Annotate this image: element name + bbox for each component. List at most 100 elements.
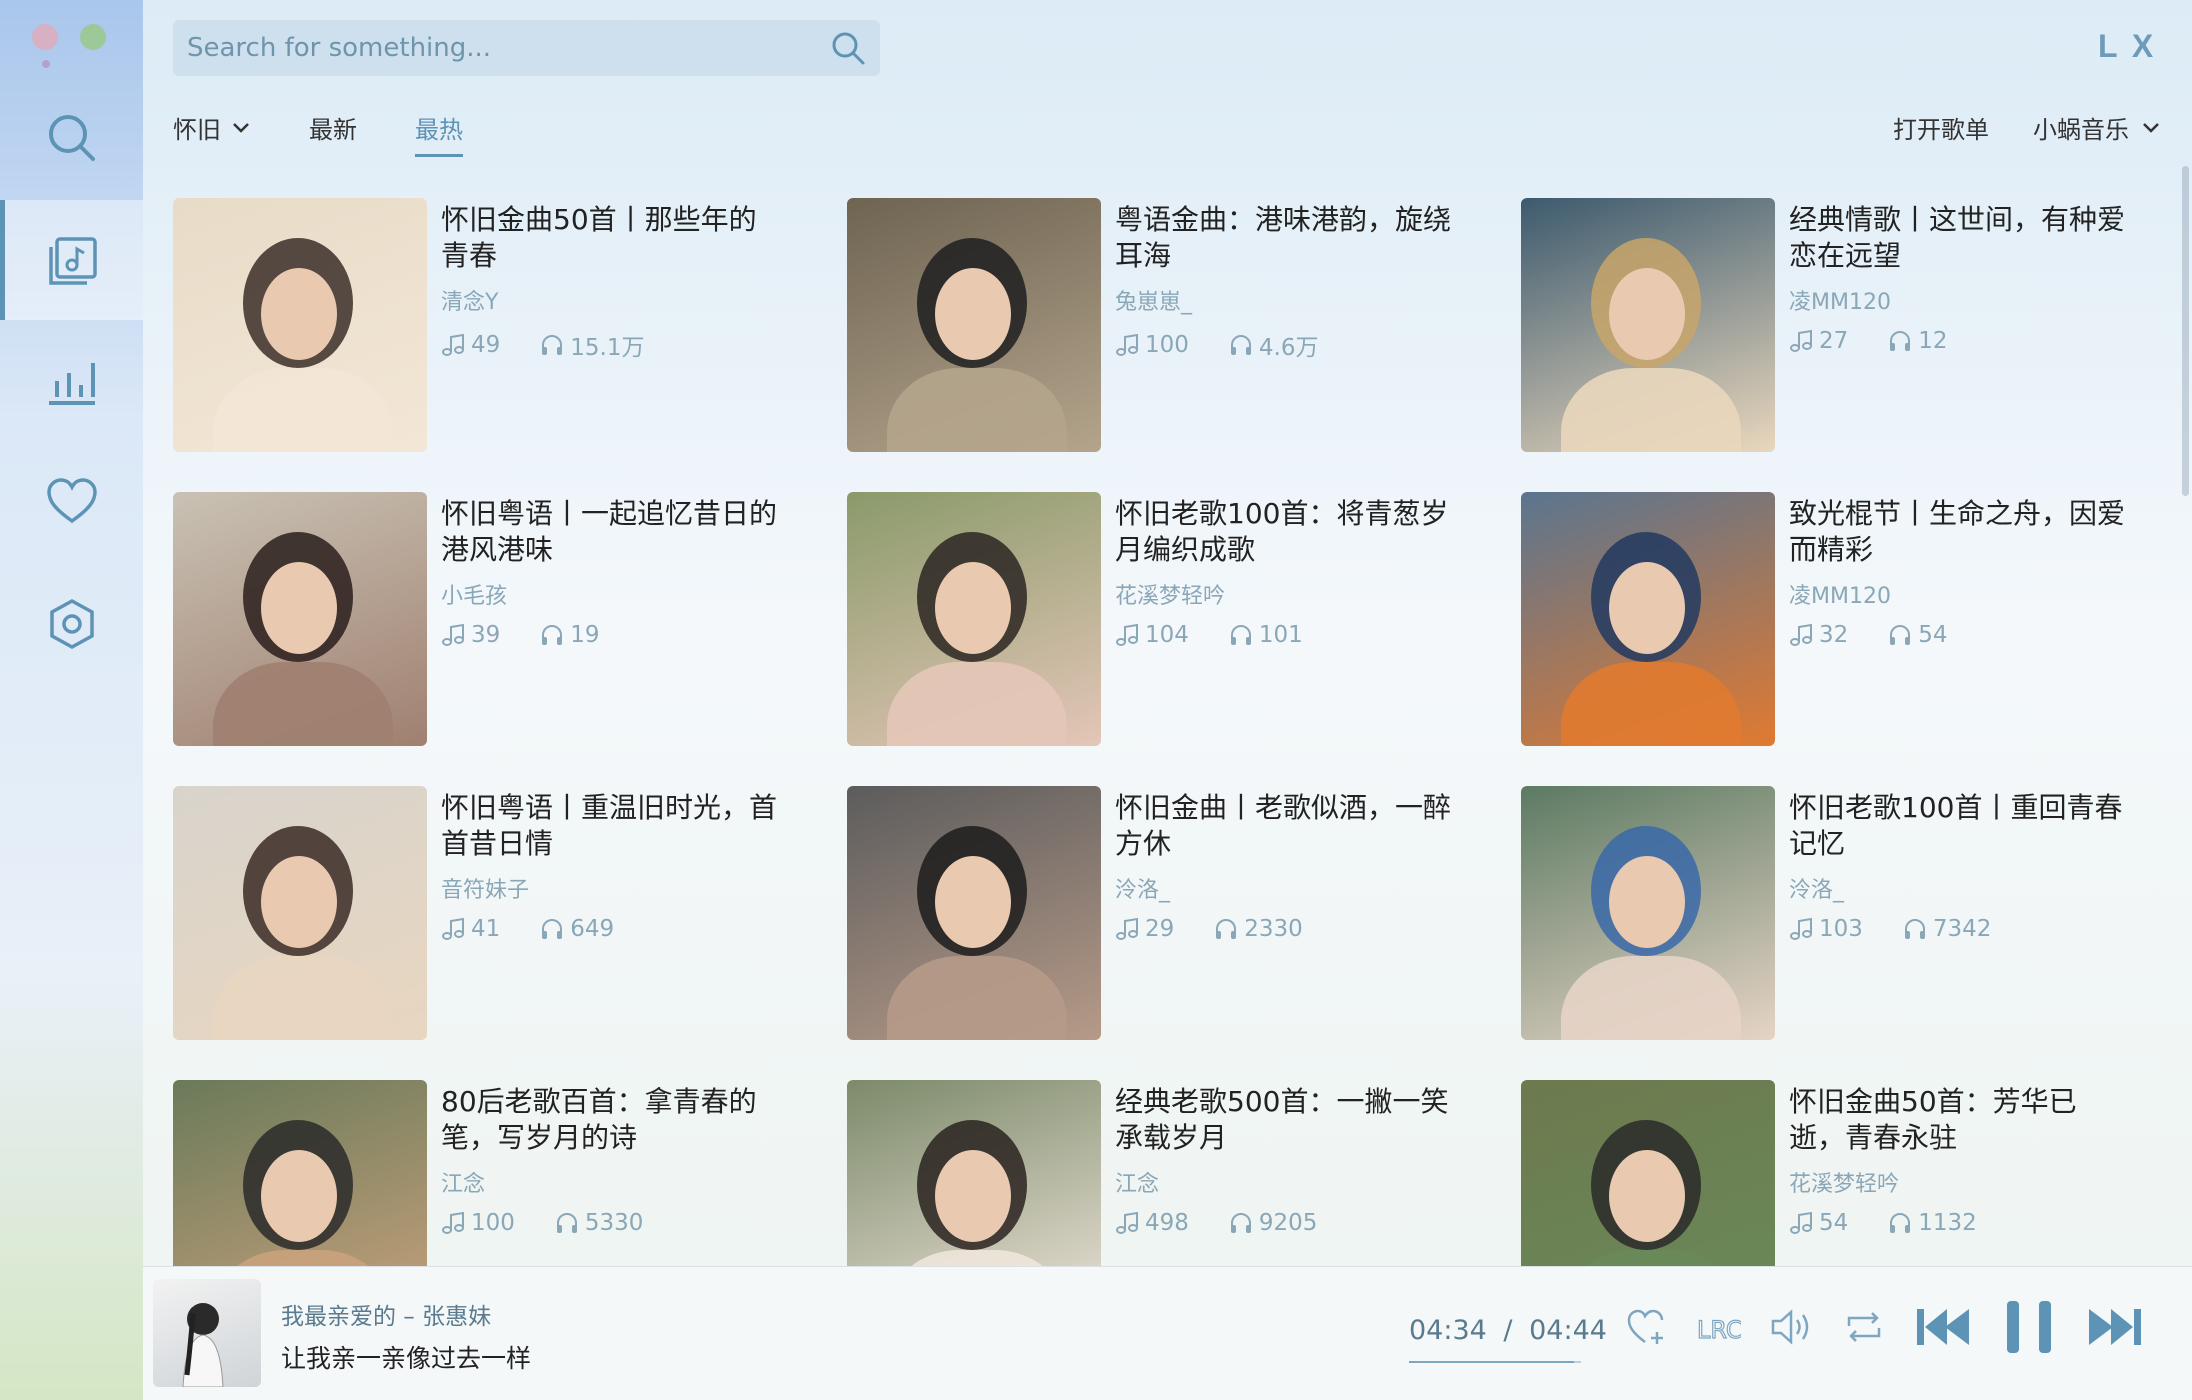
play-count-value: 4.6万 [1258, 335, 1319, 361]
playlist-cover[interactable] [847, 1080, 1101, 1266]
playlist-card[interactable]: 致光棍节丨生命之舟，因爱而精彩 凌MM120 32 54 [1521, 492, 2143, 746]
playlist-title[interactable]: 怀旧粤语丨重温旧时光，首首昔日情 [441, 790, 781, 862]
playlist-card[interactable]: 怀旧金曲丨老歌似酒，一醉方休 泠洛_ 29 2330 [847, 786, 1487, 1040]
play-count-value: 7342 [1932, 916, 1992, 942]
song-count: 54 [1789, 1210, 1848, 1236]
playlist-grid: 怀旧金曲50首丨那些年的青春 清念Y 49 15.1万 粤语金曲：港味港韵，旋绕… [173, 198, 2143, 1266]
nav-favorites[interactable] [0, 442, 143, 562]
play-count: 649 [540, 916, 614, 942]
playlist-cover[interactable] [847, 492, 1101, 746]
playlist-card[interactable]: 怀旧金曲50首：芳华已逝，青春永驻 花溪梦轻吟 54 1132 [1521, 1080, 2143, 1266]
playlist-author[interactable]: 江念 [1115, 1166, 1159, 1198]
playlist-author[interactable]: 泠洛_ [1789, 872, 1844, 904]
maximize-dot[interactable] [80, 24, 106, 50]
next-icon[interactable] [2085, 1303, 2145, 1351]
tab-hottest[interactable]: 最热 [415, 110, 463, 157]
playlist-card[interactable]: 怀旧老歌100首：将青葱岁月编织成歌 花溪梦轻吟 104 101 [847, 492, 1487, 746]
scrollbar[interactable] [2182, 166, 2189, 496]
playlist-title[interactable]: 怀旧金曲50首：芳华已逝，青春永驻 [1789, 1084, 2129, 1156]
player-controls: LRC [1625, 1297, 2145, 1357]
playlist-author[interactable]: 泠洛_ [1115, 872, 1170, 904]
prev-icon[interactable] [1913, 1303, 1973, 1351]
source-select[interactable]: 小蜗音乐 [2033, 110, 2161, 145]
playlist-title[interactable]: 80后老歌百首：拿青春的笔，写岁月的诗 [441, 1084, 781, 1156]
close-dot[interactable] [32, 24, 58, 50]
playlist-cover[interactable] [1521, 492, 1775, 746]
minimize-dot[interactable] [42, 60, 50, 68]
playlist-cover[interactable] [173, 198, 427, 452]
music-note-icon [1790, 329, 1812, 352]
search-icon[interactable] [830, 30, 866, 66]
playlist-stats: 27 12 [1789, 328, 1948, 354]
now-playing-song: 我最亲爱的 – 张惠妹 [281, 1304, 492, 1330]
playlist-cover[interactable] [1521, 1080, 1775, 1266]
nav-charts[interactable] [0, 320, 143, 440]
playlist-cover[interactable] [173, 492, 427, 746]
playlist-cover[interactable] [1521, 198, 1775, 452]
pause-icon[interactable] [2001, 1297, 2057, 1357]
playlist-stats: 41 649 [441, 916, 614, 942]
playlist-card[interactable]: 经典老歌500首：一撇一笑承载岁月 江念 498 9205 [847, 1080, 1487, 1266]
nav-playlists[interactable] [0, 200, 143, 320]
open-playlist-button[interactable]: 打开歌单 [1893, 110, 1989, 145]
tab-bar: 怀旧 最新 最热 [173, 110, 463, 157]
playlist-cover[interactable] [1521, 786, 1775, 1040]
playlist-author[interactable]: 清念Y [441, 284, 498, 316]
lyric-icon[interactable]: LRC [1695, 1306, 1741, 1348]
playlist-title[interactable]: 怀旧老歌100首：将青葱岁月编织成歌 [1115, 496, 1455, 568]
tab-category[interactable]: 怀旧 [173, 110, 251, 157]
tab-latest-label: 最新 [309, 116, 357, 144]
playlist-stats: 104 101 [1115, 622, 1303, 648]
playlist-card[interactable]: 经典情歌丨这世间，有种爱恋在远望 凌MM120 27 12 [1521, 198, 2143, 452]
tab-latest[interactable]: 最新 [309, 110, 357, 157]
playlist-title[interactable]: 怀旧老歌100首丨重回青春记忆 [1789, 790, 2129, 862]
headphones-icon [542, 919, 563, 939]
playlist-title[interactable]: 粤语金曲：港味港韵，旋绕耳海 [1115, 202, 1455, 274]
repeat-icon[interactable] [1843, 1306, 1885, 1348]
song-count-value: 100 [1145, 332, 1189, 358]
playlist-title[interactable]: 怀旧粤语丨一起追忆昔日的港风港味 [441, 496, 781, 568]
playlist-card[interactable]: 怀旧粤语丨一起追忆昔日的港风港味 小毛孩 39 19 [173, 492, 813, 746]
play-count: 19 [540, 622, 600, 648]
playlist-card[interactable]: 怀旧金曲50首丨那些年的青春 清念Y 49 15.1万 [173, 198, 813, 452]
playlist-author[interactable]: 小毛孩 [441, 578, 507, 610]
song-count-value: 27 [1819, 328, 1849, 354]
now-playing-cover[interactable] [153, 1279, 261, 1387]
song-count-value: 100 [471, 1210, 515, 1236]
playlist-author[interactable]: 兔崽崽_ [1115, 284, 1192, 316]
playlist-title[interactable]: 怀旧金曲丨老歌似酒，一醉方休 [1115, 790, 1455, 862]
main-area: L X 怀旧 最新 最热 打开歌单 小蜗音乐 怀旧金曲50首丨那些年的青春 清念… [143, 0, 2192, 1266]
playlist-title[interactable]: 怀旧金曲50首丨那些年的青春 [441, 202, 781, 274]
now-playing-lyric: 让我亲一亲像过去一样 [281, 1344, 532, 1373]
heart-icon [46, 478, 97, 524]
playlist-stats: 100 5330 [441, 1210, 643, 1236]
progress-bar[interactable] [1409, 1361, 1581, 1363]
playlist-author[interactable]: 花溪梦轻吟 [1789, 1166, 1899, 1198]
playlist-author[interactable]: 花溪梦轻吟 [1115, 578, 1225, 610]
playlist-cover[interactable] [847, 786, 1101, 1040]
song-count: 103 [1789, 916, 1863, 942]
playlist-card[interactable]: 80后老歌百首：拿青春的笔，写岁月的诗 江念 100 5330 [173, 1080, 813, 1266]
playlist-title[interactable]: 经典老歌500首：一撇一笑承载岁月 [1115, 1084, 1455, 1156]
playlist-title[interactable]: 致光棍节丨生命之舟，因爱而精彩 [1789, 496, 2129, 568]
playlist-card[interactable]: 粤语金曲：港味港韵，旋绕耳海 兔崽崽_ 100 4.6万 [847, 198, 1487, 452]
playlist-author[interactable]: 江念 [441, 1166, 485, 1198]
playlist-title[interactable]: 经典情歌丨这世间，有种爱恋在远望 [1789, 202, 2129, 274]
playlist-author[interactable]: 凌MM120 [1789, 578, 1891, 610]
nav-search[interactable] [0, 78, 143, 198]
playlist-cover[interactable] [173, 786, 427, 1040]
volume-icon[interactable] [1769, 1306, 1815, 1348]
playlist-author[interactable]: 凌MM120 [1789, 284, 1891, 316]
playlist-cover[interactable] [173, 1080, 427, 1266]
playlist-author[interactable]: 音符妹子 [441, 872, 529, 904]
play-count: 12 [1888, 328, 1948, 354]
player-bar: 我最亲爱的 – 张惠妹 让我亲一亲像过去一样 04:34 / 04:44 LRC [143, 1266, 2192, 1400]
headphones-icon [1890, 625, 1911, 645]
heart-add-icon[interactable] [1625, 1306, 1667, 1348]
playlist-card[interactable]: 怀旧老歌100首丨重回青春记忆 泠洛_ 103 7342 [1521, 786, 2143, 1040]
nav-settings[interactable] [0, 564, 143, 684]
playlist-card[interactable]: 怀旧粤语丨重温旧时光，首首昔日情 音符妹子 41 649 [173, 786, 813, 1040]
source-label: 小蜗音乐 [2033, 116, 2129, 144]
search-input[interactable] [187, 33, 830, 63]
playlist-cover[interactable] [847, 198, 1101, 452]
